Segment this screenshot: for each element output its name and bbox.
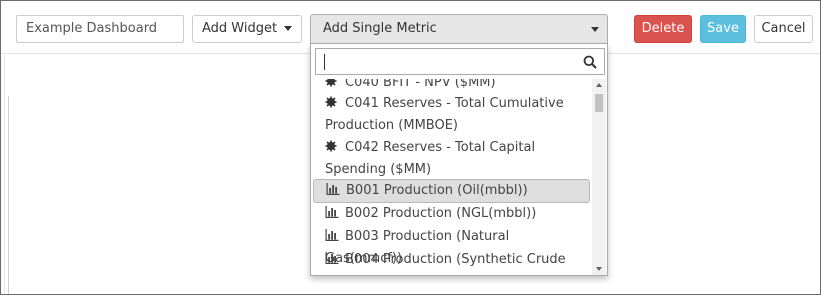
scroll-up-arrow-icon[interactable] — [596, 83, 602, 87]
result-item[interactable]: C041 Reserves - Total Cumulative Product… — [313, 93, 590, 137]
result-label: C040 BFIT - NPV ($MM) — [345, 79, 496, 90]
text-cursor — [324, 54, 325, 70]
result-label: B002 Production (NGL(mbbl)) — [345, 206, 537, 221]
bar-chart-icon — [325, 229, 339, 241]
dashboard-editor: Example Dashboard Add Widget Add Single … — [0, 0, 821, 295]
delete-button[interactable]: Delete — [634, 15, 692, 43]
gear-icon — [325, 140, 337, 152]
result-item[interactable]: C042 Reserves - Total Capital Spending (… — [313, 137, 590, 181]
metric-search-input[interactable] — [315, 48, 605, 75]
scroll-down-arrow-icon[interactable] — [596, 267, 602, 271]
gear-icon — [325, 96, 337, 108]
result-label: C041 Reserves - Total Cumulative — [345, 96, 564, 111]
metric-results-list: C040 BFIT - NPV ($MM) C041 Reserves - To… — [311, 79, 593, 275]
result-item[interactable]: C040 BFIT - NPV ($MM) — [313, 79, 590, 94]
gear-icon — [325, 79, 337, 87]
bar-chart-icon — [325, 252, 339, 264]
add-single-metric-label: Add Single Metric — [323, 21, 437, 36]
result-label: B004 Production (Synthetic Crude — [345, 252, 566, 267]
scrollbar-thumb[interactable] — [595, 94, 603, 112]
chevron-down-icon — [284, 26, 293, 31]
result-item-highlighted[interactable]: B001 Production (Oil(mbbl)) — [313, 179, 590, 203]
results-scrollbar[interactable] — [592, 79, 606, 275]
dashboard-name-input[interactable]: Example Dashboard — [16, 15, 184, 43]
result-label-continued: Production (MMBOE) — [325, 118, 459, 133]
chevron-down-icon — [591, 27, 599, 32]
cancel-button[interactable]: Cancel — [754, 15, 813, 43]
result-item[interactable]: B004 Production (Synthetic Crude — [313, 249, 590, 271]
search-icon — [583, 55, 597, 69]
result-label: C042 Reserves - Total Capital — [345, 140, 536, 155]
bar-chart-icon — [325, 206, 339, 218]
canvas-panel-edge — [1, 96, 9, 294]
metric-dropdown: C040 BFIT - NPV ($MM) C041 Reserves - To… — [310, 44, 608, 276]
save-button[interactable]: Save — [700, 15, 746, 43]
add-widget-button[interactable]: Add Widget — [192, 15, 302, 43]
result-label: B001 Production (Oil(mbbl)) — [346, 183, 528, 198]
add-widget-label: Add Widget — [202, 21, 278, 36]
add-single-metric-select[interactable]: Add Single Metric — [310, 14, 608, 44]
result-item[interactable]: B002 Production (NGL(mbbl)) — [313, 203, 590, 225]
bar-chart-icon — [326, 183, 340, 195]
result-label-continued: Spending ($MM) — [325, 162, 432, 177]
